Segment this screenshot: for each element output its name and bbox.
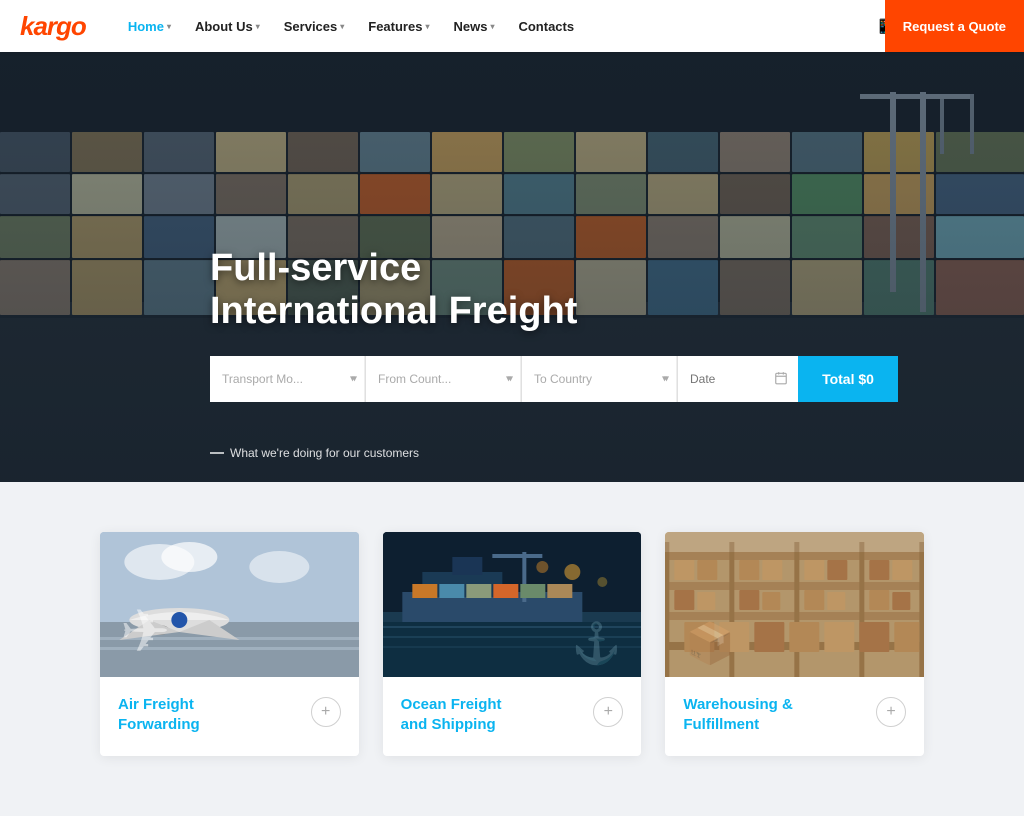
hero-content: Full-service International Freight Trans… (210, 247, 850, 402)
to-country-select[interactable]: To Country China Japan India (522, 356, 677, 402)
hero-subtitle: What we're doing for our customers (210, 446, 419, 460)
service-title-ocean: Ocean Freightand Shipping (401, 695, 502, 736)
air-freight-image (100, 532, 359, 677)
nav-item-features[interactable]: Features ▾ (356, 0, 441, 52)
from-country-wrapper: From Count... USA UK Germany ▾ (366, 356, 522, 402)
chevron-down-icon: ▾ (425, 22, 429, 31)
date-wrapper (678, 356, 798, 402)
logo-accent: go (56, 11, 86, 41)
header: kargo Home ▾ About Us ▾ Services ▾ Featu… (0, 0, 1024, 52)
service-card-air: Air FreightForwarding + (100, 532, 359, 756)
nav-item-services[interactable]: Services ▾ (272, 0, 357, 52)
main-nav: Home ▾ About Us ▾ Services ▾ Features ▾ … (116, 0, 875, 52)
nav-item-news[interactable]: News ▾ (441, 0, 506, 52)
chevron-down-icon: ▾ (256, 22, 260, 31)
chevron-down-icon: ▾ (340, 22, 344, 31)
service-expand-air[interactable]: + (311, 697, 341, 727)
request-quote-button[interactable]: Request a Quote (885, 0, 1024, 52)
nav-item-contacts[interactable]: Contacts (506, 0, 586, 52)
chevron-down-icon: ▾ (167, 22, 171, 31)
hero-section: Full-service International Freight Trans… (0, 52, 1024, 482)
from-country-select[interactable]: From Count... USA UK Germany (366, 356, 521, 402)
hero-title: Full-service International Freight (210, 247, 850, 334)
transport-mode-wrapper: Transport Mo... Air Freight Ocean Freigh… (210, 356, 366, 402)
warehouse-image (665, 532, 924, 677)
logo[interactable]: kargo (20, 11, 86, 42)
services-section: Air FreightForwarding + (0, 482, 1024, 816)
service-card-warehouse: Warehousing &Fulfillment + (665, 532, 924, 756)
service-expand-warehouse[interactable]: + (876, 697, 906, 727)
service-body-air: Air FreightForwarding + (100, 677, 359, 756)
nav-item-home[interactable]: Home ▾ (116, 0, 183, 52)
calendar-icon (774, 371, 788, 388)
service-title-air: Air FreightForwarding (118, 695, 200, 736)
ocean-freight-image (383, 532, 642, 677)
service-body-warehouse: Warehousing &Fulfillment + (665, 677, 924, 756)
service-title-warehouse: Warehousing &Fulfillment (683, 695, 792, 736)
service-body-ocean: Ocean Freightand Shipping + (383, 677, 642, 756)
transport-mode-select[interactable]: Transport Mo... Air Freight Ocean Freigh… (210, 356, 365, 402)
nav-item-about[interactable]: About Us ▾ (183, 0, 272, 52)
chevron-down-icon: ▾ (490, 22, 494, 31)
total-button[interactable]: Total $0 (798, 356, 898, 402)
freight-search-form: Transport Mo... Air Freight Ocean Freigh… (210, 356, 850, 402)
service-expand-ocean[interactable]: + (593, 697, 623, 727)
logo-text: kar (20, 11, 56, 41)
service-card-ocean: Ocean Freightand Shipping + (383, 532, 642, 756)
to-country-wrapper: To Country China Japan India ▾ (522, 356, 678, 402)
